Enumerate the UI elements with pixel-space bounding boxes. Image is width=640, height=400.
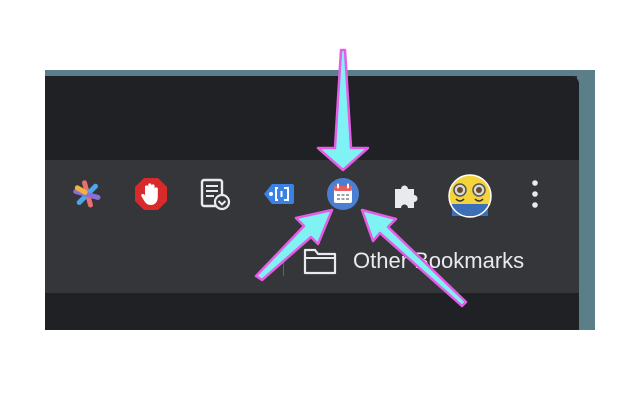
colorful-asterisk-icon <box>73 180 101 208</box>
reading-list-extension-button[interactable] <box>197 176 233 212</box>
three-dots-vertical-icon <box>532 180 538 208</box>
minions-avatar <box>448 174 492 218</box>
window-edge-right <box>577 70 595 330</box>
blue-tag-bracket-icon <box>264 184 294 204</box>
content-area-top <box>45 293 579 330</box>
profile-avatar-button[interactable] <box>448 174 492 218</box>
adblock-extension-button[interactable] <box>133 176 169 212</box>
browser-window: Other Bookmarks <box>45 70 595 330</box>
bookmarks-separator <box>283 252 284 276</box>
document-download-icon <box>200 178 231 211</box>
asterisk-extension-button[interactable] <box>69 176 105 212</box>
extensions-menu-button[interactable] <box>389 176 425 212</box>
other-bookmarks-button[interactable]: Other Bookmarks <box>303 246 524 276</box>
calendar-extension-button[interactable] <box>325 176 361 212</box>
calendar-icon <box>327 178 359 210</box>
red-hand-stop-icon <box>135 178 167 210</box>
puzzle-icon <box>395 185 418 208</box>
folder-icon <box>303 248 337 275</box>
tag-extension-button[interactable] <box>261 176 297 212</box>
other-bookmarks-label: Other Bookmarks <box>353 248 525 273</box>
title-bar <box>45 76 579 160</box>
chrome-menu-button[interactable] <box>517 176 553 212</box>
